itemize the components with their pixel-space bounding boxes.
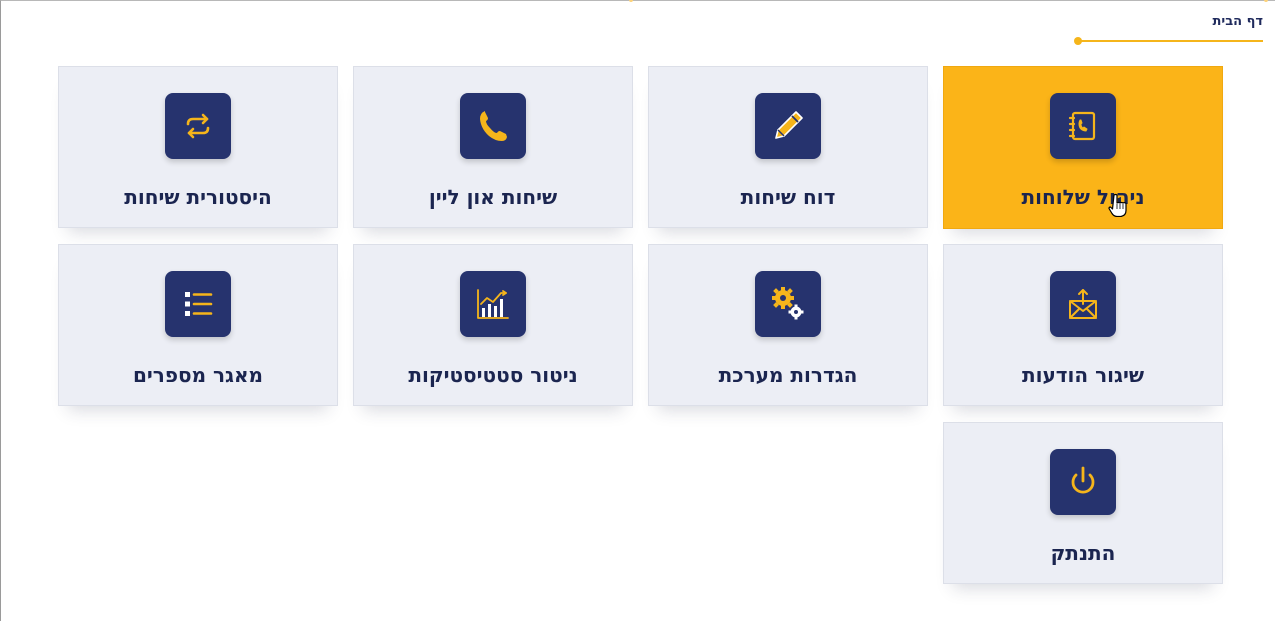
tile-label: דוח שיחות <box>740 185 836 209</box>
breadcrumb-dot <box>1074 37 1082 45</box>
tile-send-messages[interactable]: שיגור הודעות <box>943 244 1223 406</box>
tile-extension-management[interactable]: ניהול שלוחות <box>943 66 1223 229</box>
tile-online-calls[interactable]: שיחות און ליין <box>353 66 633 228</box>
phonebook-icon <box>1050 93 1116 159</box>
tile-numbers-pool[interactable]: מאגר מספרים <box>58 244 338 406</box>
tile-statistics-monitor[interactable]: ניטור סטטיסטיקות <box>353 244 633 406</box>
tile-label: היסטורית שיחות <box>124 185 272 209</box>
tile-call-history[interactable]: היסטורית שיחות <box>58 66 338 228</box>
tile-system-settings[interactable]: הגדרות מערכת <box>648 244 928 406</box>
envelope-upload-icon <box>1050 271 1116 337</box>
tile-calls-report[interactable]: דוח שיחות <box>648 66 928 228</box>
tile-label: שיחות און ליין <box>428 185 558 209</box>
gears-icon <box>755 271 821 337</box>
tile-logout[interactable]: התנתק <box>943 422 1223 584</box>
tile-label: מאגר מספרים <box>132 363 264 387</box>
top-decoration <box>1 0 1275 4</box>
tile-label: שיגור הודעות <box>1021 363 1145 387</box>
list-icon <box>165 271 231 337</box>
pencil-icon <box>755 93 821 159</box>
tile-label: הגדרות מערכת <box>718 363 858 387</box>
main-page: דף הבית ניהול שלוחות דוח שיחות שיחות און… <box>0 0 1275 621</box>
breadcrumb[interactable]: דף הבית <box>1212 14 1263 29</box>
chart-icon <box>460 271 526 337</box>
tile-label: ניטור סטטיסטיקות <box>408 363 578 387</box>
power-icon <box>1050 449 1116 515</box>
tile-label: ניהול שלוחות <box>1021 185 1145 209</box>
tile-label: התנתק <box>1050 541 1116 565</box>
hand-cursor-icon <box>1108 193 1127 217</box>
phone-icon <box>460 93 526 159</box>
breadcrumb-underline <box>1078 40 1263 42</box>
repeat-icon <box>165 93 231 159</box>
